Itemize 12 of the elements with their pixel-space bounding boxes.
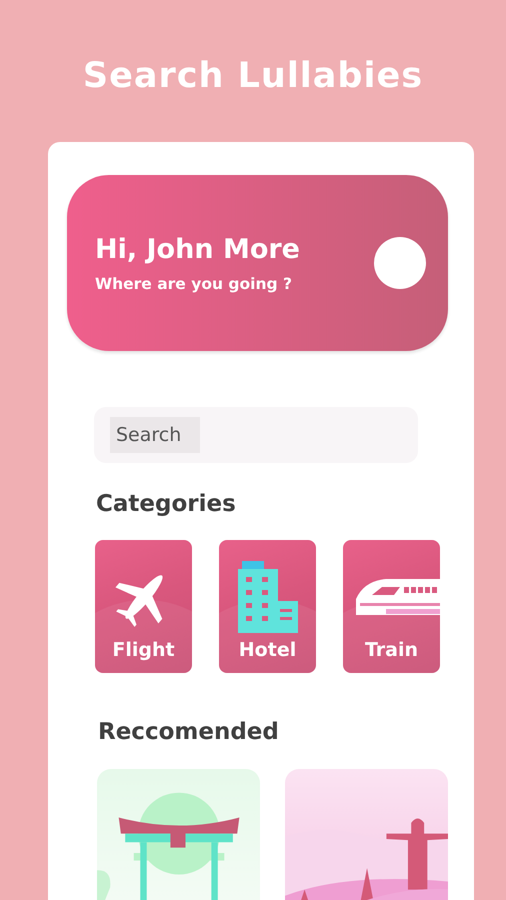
greeting-name: Hi, John More (95, 234, 300, 264)
avatar[interactable] (374, 237, 426, 289)
section-heading: Reccomended (98, 719, 279, 745)
greeting-subtitle: Where are you going ? (95, 274, 292, 292)
building-icon (236, 560, 300, 632)
category-label: Flight (112, 639, 175, 663)
page-title: Search Lullabies (82, 56, 424, 96)
search-field[interactable]: Search (110, 417, 200, 453)
train-icon (356, 576, 440, 616)
category-label: Train (364, 639, 418, 663)
category-label: Hotel (238, 639, 296, 663)
section-heading: Categories (96, 491, 236, 517)
